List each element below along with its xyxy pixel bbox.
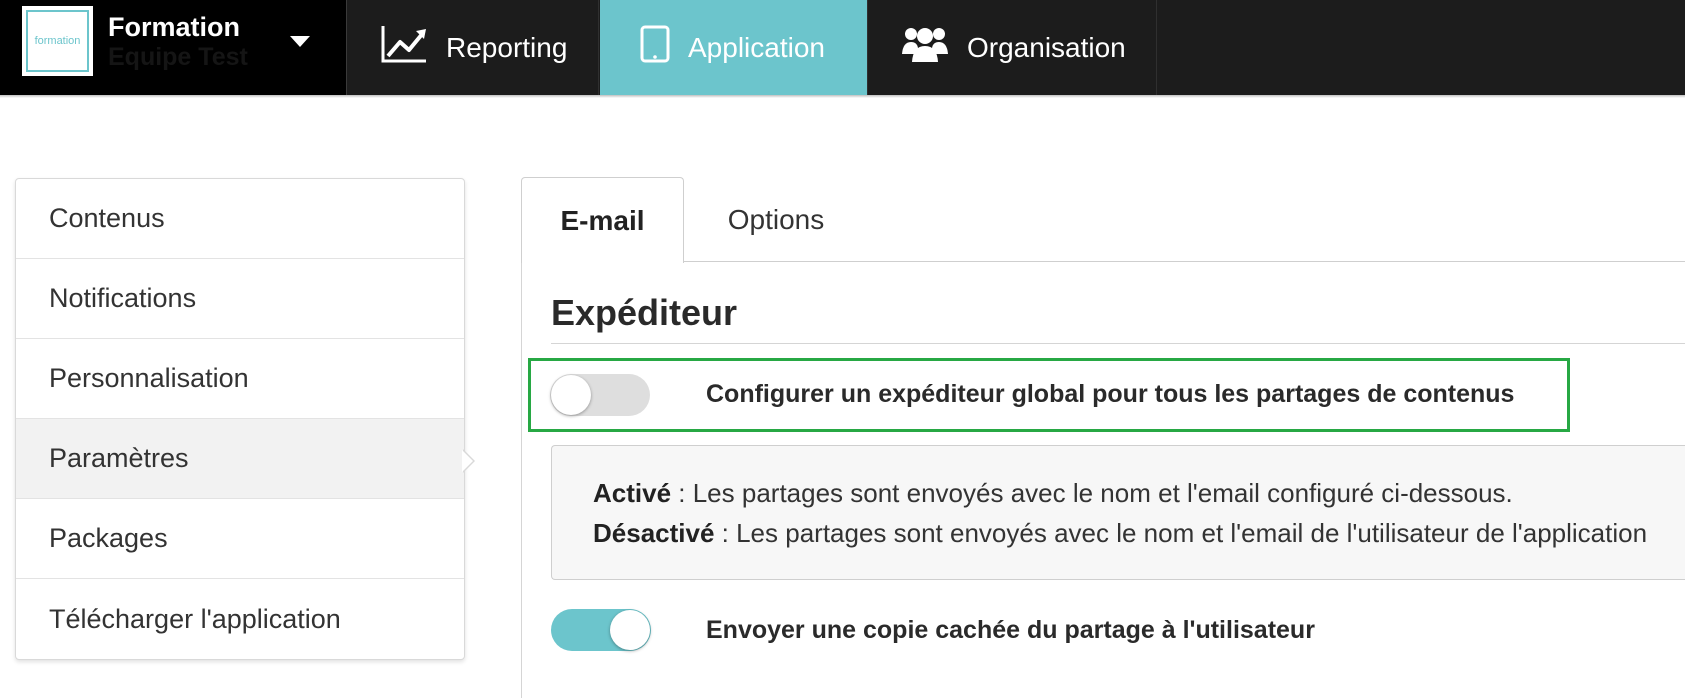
users-icon: [901, 24, 949, 71]
active-item-pointer: [462, 449, 475, 473]
chevron-down-icon[interactable]: [290, 36, 310, 47]
chart-line-icon: [380, 24, 428, 71]
tablet-icon: [640, 25, 670, 70]
global-sender-label: Configurer un expéditeur global pour tou…: [706, 380, 1515, 408]
tab-options[interactable]: Options: [700, 177, 852, 262]
nav-tab-label: Organisation: [967, 31, 1126, 63]
settings-sidebar: Contenus Notifications Personnalisation …: [15, 178, 465, 660]
nav-tab-reporting[interactable]: Reporting: [348, 0, 599, 95]
brand-logo: formation: [22, 6, 93, 76]
tab-email[interactable]: E-mail: [521, 177, 684, 263]
bcc-copy-label: Envoyer une copie cachée du partage à l'…: [706, 616, 1315, 644]
section-divider: [551, 343, 1685, 344]
toggle-knob: [610, 610, 650, 650]
nav-tab-application[interactable]: Application: [600, 0, 868, 95]
global-sender-toggle[interactable]: [550, 374, 650, 416]
sidebar-item-telecharger[interactable]: Télécharger l'application: [16, 579, 464, 659]
sender-info-box: Activé : Les partages sont envoyés avec …: [551, 445, 1685, 580]
nav-tab-label: Reporting: [446, 31, 568, 63]
info-inactive-line: Désactivé : Les partages sont envoyés av…: [593, 518, 1647, 549]
nav-tab-label: Application: [688, 31, 825, 63]
info-inactive-text: : Les partages sont envoyés avec le nom …: [714, 518, 1648, 548]
info-active-label: Activé: [593, 478, 672, 508]
organization-switcher[interactable]: formation Formation Equipe Test: [0, 0, 347, 95]
brand-subtitle: Equipe Test: [108, 43, 248, 71]
info-inactive-label: Désactivé: [593, 518, 715, 548]
sidebar-item-contenus[interactable]: Contenus: [16, 179, 464, 259]
top-navigation-bar: formation Formation Equipe Test Reportin…: [0, 0, 1685, 98]
sidebar-item-personnalisation[interactable]: Personnalisation: [16, 339, 464, 419]
brand-title: Formation: [108, 12, 240, 42]
sidebar-item-packages[interactable]: Packages: [16, 499, 464, 579]
nav-tab-organisation[interactable]: Organisation: [869, 0, 1157, 95]
section-title: Expéditeur: [551, 292, 738, 333]
bcc-copy-toggle[interactable]: [551, 609, 651, 651]
info-active-text: : Les partages sont envoyés avec le nom …: [671, 478, 1513, 508]
sidebar-item-notifications[interactable]: Notifications: [16, 259, 464, 339]
sidebar-item-parametres[interactable]: Paramètres: [16, 419, 464, 499]
brand-logo-text: formation: [34, 35, 81, 47]
info-active-line: Activé : Les partages sont envoyés avec …: [593, 478, 1513, 509]
toggle-knob: [551, 375, 591, 415]
